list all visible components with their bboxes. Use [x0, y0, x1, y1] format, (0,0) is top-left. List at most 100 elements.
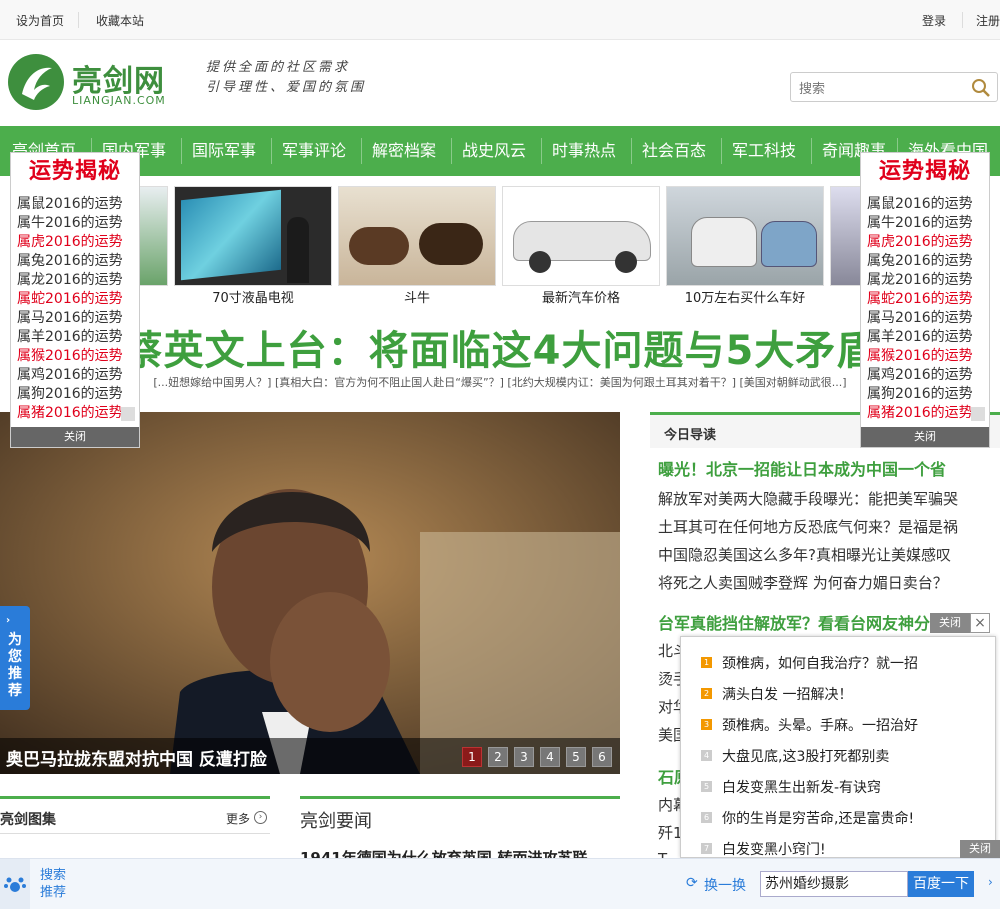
slide-page-button[interactable]: 2 — [488, 747, 508, 767]
today-link[interactable]: 歼1 — [658, 822, 683, 843]
today-headline[interactable]: 台军真能挡住解放军？看看台网友神分析 — [658, 610, 946, 634]
nav-item[interactable]: 军事评论 — [272, 126, 356, 176]
divider — [962, 12, 963, 28]
gallery-more-link[interactable]: 更多 — [226, 810, 250, 827]
fortune-item[interactable]: 属羊2016的运势 — [17, 326, 135, 345]
today-link[interactable]: 将死之人卖国贼李登辉 为何奋力媚日卖台？ — [658, 572, 948, 593]
fortune-close-button[interactable]: 关闭 — [11, 427, 139, 447]
gallery-section-header: 亮剑图集 更多 › — [0, 796, 270, 834]
fortune-item[interactable]: 属龙2016的运势 — [867, 269, 985, 288]
fortune-item[interactable]: 属龙2016的运势 — [17, 269, 135, 288]
today-title: 今日导读 — [664, 428, 717, 443]
site-logo[interactable]: 亮剑网 LIANGJAN.COM — [8, 54, 168, 110]
fortune-item[interactable]: 属虎2016的运势 — [17, 231, 135, 250]
popup-item[interactable]: 4 大盘见底,这3股打死都别卖 — [701, 746, 889, 766]
set-home-link[interactable]: 设为首页 — [16, 12, 64, 29]
slogan-line: 引导理性、爱国的氛围 — [206, 80, 367, 95]
popup-item[interactable]: 7 白发变黑小窍门! — [701, 839, 826, 859]
fortune-item[interactable]: 属兔2016的运势 — [867, 250, 985, 269]
bookmark-link[interactable]: 收藏本站 — [96, 12, 144, 29]
today-link[interactable]: 土耳其可在任何地方反恐底气何来？是福是祸 — [658, 516, 958, 537]
popup-item[interactable]: 3 颈椎病。头晕。手麻。一招治好 — [701, 715, 918, 735]
site-header: 亮剑网 LIANGJAN.COM 提供全面的社区需求 引导理性、爱国的氛围 — [0, 40, 1000, 126]
fortune-item[interactable]: 属马2016的运势 — [17, 307, 135, 326]
thumb-item[interactable]: 斗牛 — [338, 186, 496, 306]
slide-page-button[interactable]: 3 — [514, 747, 534, 767]
popup-bottom-close-button[interactable]: 关闭 — [960, 840, 1000, 858]
baidu-search-input[interactable]: 苏州婚纱摄影 — [760, 871, 908, 897]
chevron-right-icon[interactable]: › — [988, 875, 993, 889]
popup-close-button[interactable]: 关闭 — [930, 613, 970, 633]
fortune-item[interactable]: 属猴2016的运势 — [17, 345, 135, 364]
slogan-line: 提供全面的社区需求 — [206, 60, 351, 75]
today-link[interactable]: 解放军对美两大隐藏手段曝光：能把美军骗哭 — [658, 488, 958, 509]
hero-caption: 奥巴马拉拢东盟对抗中国 反遭打脸 — [6, 750, 267, 770]
fortune-item[interactable]: 属羊2016的运势 — [867, 326, 985, 345]
today-headline[interactable]: 曝光！北京一招能让日本成为中国一个省 — [658, 456, 946, 480]
thumb-image — [502, 186, 660, 286]
fortune-item[interactable]: 属猴2016的运势 — [867, 345, 985, 364]
search-input[interactable] — [799, 78, 969, 98]
fortune-title: 运势揭秘 — [28, 159, 121, 184]
popup-item[interactable]: 1 颈椎病，如何自我治疗？就一招 — [701, 653, 918, 673]
nav-divider — [631, 138, 632, 164]
fortune-item[interactable]: 属鼠2016的运势 — [17, 193, 135, 212]
baidu-search-button[interactable]: 百度一下 — [908, 871, 974, 897]
hero-slider[interactable]: 奥巴马拉拢东盟对抗中国 反遭打脸 123456 — [0, 412, 620, 774]
search-recommend-line: 搜索 — [40, 868, 67, 883]
hero-caption-bar: 奥巴马拉拢东盟对抗中国 反遭打脸 123456 — [0, 738, 620, 774]
thumb-caption: 70寸液晶电视 — [212, 291, 294, 306]
popup-item-text: 你的生肖是穷苦命,还是富贵命! — [722, 811, 915, 827]
popup-item-text: 白发变黑小窍门! — [722, 842, 826, 858]
fortune-item[interactable]: 属狗2016的运势 — [867, 383, 985, 402]
refresh-icon[interactable]: ⟳ — [686, 875, 698, 891]
thumb-item[interactable]: 最新汽车价格 — [502, 186, 660, 306]
thumb-item[interactable]: 70寸液晶电视 — [174, 186, 332, 306]
nav-item[interactable]: 解密档案 — [362, 126, 446, 176]
fortune-item[interactable]: 属鸡2016的运势 — [17, 364, 135, 383]
popup-item[interactable]: 6 你的生肖是穷苦命,还是富贵命! — [701, 808, 914, 828]
register-link[interactable]: 注册 — [976, 12, 1000, 29]
recommend-side-tab[interactable]: › 为您推荐 — [0, 606, 30, 710]
refresh-link[interactable]: 换一换 — [704, 875, 746, 895]
slide-page-button[interactable]: 5 — [566, 747, 586, 767]
fortune-item[interactable]: 属鸡2016的运势 — [867, 364, 985, 383]
search-box — [790, 72, 998, 102]
chevron-right-icon[interactable]: › — [254, 811, 267, 824]
slide-page-button[interactable]: 1 — [462, 747, 482, 767]
popup-item[interactable]: 2 满头白发 一招解决！ — [701, 684, 852, 704]
today-link[interactable]: 中国隐忍美国这么多年?真相曝光让美媒感叹 — [658, 544, 951, 565]
fortune-item[interactable]: 属猪2016的运势 — [867, 402, 985, 421]
fortune-item[interactable]: 属鼠2016的运势 — [867, 193, 985, 212]
slide-page-button[interactable]: 6 — [592, 747, 612, 767]
fortune-list: 属鼠2016的运势 属牛2016的运势 属虎2016的运势 属兔2016的运势 属龙20… — [867, 193, 985, 421]
search-icon[interactable] — [971, 78, 991, 98]
fortune-item[interactable]: 属狗2016的运势 — [17, 383, 135, 402]
login-link[interactable]: 登录 — [922, 12, 946, 29]
fortune-item[interactable]: 属虎2016的运势 — [867, 231, 985, 250]
popup-item-text: 白发变黑生出新发-有诀窍 — [722, 780, 882, 796]
thumb-item[interactable]: 10万左右买什么车好 — [666, 186, 824, 306]
fortune-item[interactable]: 属牛2016的运势 — [867, 212, 985, 231]
popup-item-text: 大盘见底,这3股打死都别卖 — [722, 749, 890, 765]
close-icon[interactable]: × — [970, 613, 990, 633]
fortune-item[interactable]: 属蛇2016的运势 — [17, 288, 135, 307]
fortune-close-button[interactable]: 关闭 — [861, 427, 989, 447]
fortune-item[interactable]: 属马2016的运势 — [867, 307, 985, 326]
slide-page-button[interactable]: 4 — [540, 747, 560, 767]
nav-divider — [181, 138, 182, 164]
nav-item[interactable]: 军工科技 — [722, 126, 806, 176]
popup-item[interactable]: 5 白发变黑生出新发-有诀窍 — [701, 777, 881, 797]
fortune-item[interactable]: 属蛇2016的运势 — [867, 288, 985, 307]
fortune-item[interactable]: 属牛2016的运势 — [17, 212, 135, 231]
nav-item[interactable]: 战史风云 — [452, 126, 536, 176]
fortune-item[interactable]: 属猪2016的运势 — [17, 402, 135, 421]
lock-icon — [971, 407, 985, 421]
nav-item[interactable]: 社会百态 — [632, 126, 716, 176]
nav-item[interactable]: 时事热点 — [542, 126, 626, 176]
news-ticker[interactable]: [...妞想嫁给中国男人？] [真相大白：官方为何不阻止国人赴日“爆买”？] [… — [0, 374, 1000, 394]
thumb-image — [338, 186, 496, 286]
top-headline[interactable]: 蔡英文上台：将面临这4大问题与5大矛盾 — [0, 318, 1000, 378]
nav-item[interactable]: 国际军事 — [182, 126, 266, 176]
fortune-item[interactable]: 属兔2016的运势 — [17, 250, 135, 269]
